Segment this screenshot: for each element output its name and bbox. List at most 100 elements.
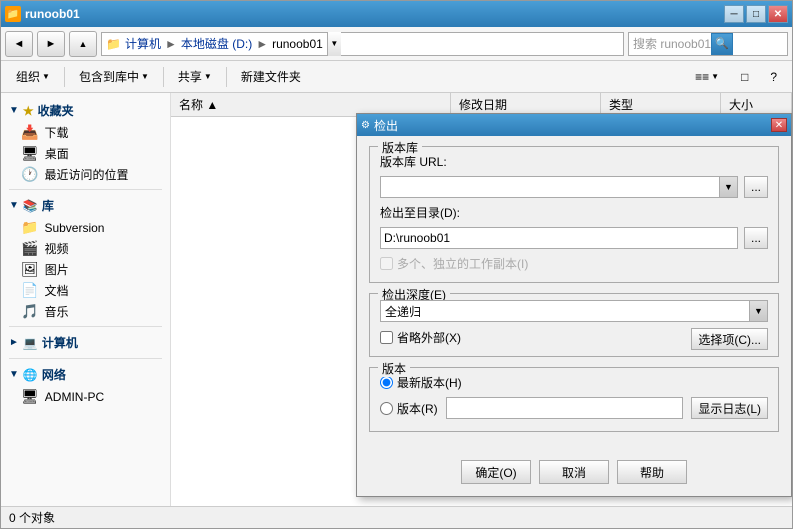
specific-version-input[interactable] xyxy=(446,397,684,419)
back-button[interactable]: ◄ xyxy=(5,31,33,57)
checkout-dir-label: 检出至目录(D): xyxy=(380,204,460,221)
ok-button[interactable]: 确定(O) xyxy=(461,460,531,484)
sidebar-item-documents[interactable]: 📄 文档 xyxy=(1,280,170,301)
share-dropdown-icon: ▼ xyxy=(204,72,212,81)
computer-icon: 💻 xyxy=(23,336,38,350)
favorites-arrow-icon: ▼ xyxy=(9,105,19,116)
organize-button[interactable]: 组织 ▼ xyxy=(7,64,59,90)
address-path[interactable]: 📁 计算机 ► 本地磁盘 (D:) ► runoob01 ▼ xyxy=(101,32,624,56)
repo-url-dropdown-icon[interactable]: ▼ xyxy=(719,177,737,197)
latest-version-row: 最新版本(H) xyxy=(380,374,768,391)
organize-dropdown-icon: ▼ xyxy=(42,72,50,81)
checkout-dir-input[interactable] xyxy=(380,227,738,249)
maximize-button[interactable]: □ xyxy=(746,5,766,23)
depth-dropdown-icon[interactable]: ▼ xyxy=(749,301,767,321)
new-folder-button[interactable]: 新建文件夹 xyxy=(232,64,310,90)
forward-button[interactable]: ► xyxy=(37,31,65,57)
include-library-button[interactable]: 包含到库中 ▼ xyxy=(70,64,158,90)
checkout-dialog: ⚙ 检出 ✕ 版本库 版本库 URL: xyxy=(356,113,792,497)
folder-icon-recent: 🕐 xyxy=(21,166,38,183)
close-button[interactable]: ✕ xyxy=(768,5,788,23)
title-bar: 📁 runoob01 ─ □ ✕ xyxy=(1,1,792,27)
dialog-close-button[interactable]: ✕ xyxy=(771,118,787,132)
checkout-dir-browse-button[interactable]: ... xyxy=(744,227,768,249)
path-seg3: runoob01 xyxy=(272,37,323,51)
options-button[interactable]: 选择项(C)... xyxy=(691,328,768,350)
computer-adminpc-icon: 🖥 xyxy=(21,388,39,405)
sidebar-item-recent[interactable]: 🕐 最近访问的位置 xyxy=(1,164,170,185)
specific-version-row: 版本(R) 显示日志(L) xyxy=(380,397,768,419)
network-arrow-icon: ▼ xyxy=(9,369,19,380)
checkout-dir-input-row: ... xyxy=(380,227,768,249)
computer-label: 计算机 xyxy=(42,334,78,351)
path-seg2: 本地磁盘 (D:) xyxy=(181,35,252,52)
share-button[interactable]: 共享 ▼ xyxy=(169,64,221,90)
toolbar-separator-3 xyxy=(226,67,227,87)
network-section: ▼ 🌐 网络 🖥 ADMIN-PC xyxy=(1,363,170,407)
dialog-body: 版本库 版本库 URL: ▼ ... xyxy=(357,136,791,452)
repo-browse-button[interactable]: ... xyxy=(744,176,768,198)
repo-group: 版本库 版本库 URL: ▼ ... xyxy=(369,146,779,283)
main-content: ▼ ★ 收藏夹 📥 下载 🖥 桌面 🕐 最近访问的位置 xyxy=(1,93,792,506)
library-arrow-icon: ▼ xyxy=(9,200,19,211)
computer-section: ► 💻 计算机 xyxy=(1,331,170,354)
cancel-button[interactable]: 取消 xyxy=(539,460,609,484)
computer-arrow-icon: ► xyxy=(9,337,19,348)
help-button[interactable]: ? xyxy=(761,64,786,90)
dialog-overlay: ⚙ 检出 ✕ 版本库 版本库 URL: xyxy=(171,93,792,506)
network-icon: 🌐 xyxy=(23,368,38,382)
sidebar-item-desktop[interactable]: 🖥 桌面 xyxy=(1,143,170,164)
sidebar-item-pictures[interactable]: 🖼 图片 xyxy=(1,259,170,280)
preview-pane-button[interactable]: □ xyxy=(732,64,757,90)
multi-checkout-checkbox xyxy=(380,257,393,270)
sidebar-item-subversion[interactable]: 📁 Subversion xyxy=(1,217,170,238)
file-area: 名称 ▲ 修改日期 类型 大小 ⚙ 检出 xyxy=(171,93,792,506)
sidebar-item-video[interactable]: 🎬 视频 xyxy=(1,238,170,259)
favorites-header[interactable]: ▼ ★ 收藏夹 xyxy=(1,99,170,122)
repo-group-label: 版本库 xyxy=(378,139,422,156)
network-header[interactable]: ▼ 🌐 网络 xyxy=(1,363,170,386)
checkout-dir-label-row: 检出至目录(D): xyxy=(380,204,768,221)
sidebar-item-adminpc[interactable]: 🖥 ADMIN-PC xyxy=(1,386,170,407)
main-window: 📁 runoob01 ─ □ ✕ ◄ ► ▲ 📁 计算机 ► 本地磁盘 (D:)… xyxy=(0,0,793,529)
favorites-star-icon: ★ xyxy=(23,104,34,118)
minimize-button[interactable]: ─ xyxy=(724,5,744,23)
sidebar: ▼ ★ 收藏夹 📥 下载 🖥 桌面 🕐 最近访问的位置 xyxy=(1,93,171,506)
dialog-title-icon: ⚙ xyxy=(361,120,370,131)
depth-group: 检出深度(E) 全递归 ▼ 省略外部(X) xyxy=(369,293,779,357)
search-box: 搜索 runoob01 🔍 xyxy=(628,32,788,56)
specific-version-radio[interactable] xyxy=(380,402,393,415)
omit-externals-checkbox[interactable] xyxy=(380,331,393,344)
omit-externals-row: 省略外部(X) xyxy=(380,329,461,346)
view-icon-button[interactable]: ≡≡ ▼ xyxy=(686,64,728,90)
sidebar-item-music[interactable]: 🎵 音乐 xyxy=(1,301,170,322)
help-dialog-button[interactable]: 帮助 xyxy=(617,460,687,484)
path-seg1: 计算机 xyxy=(125,35,161,52)
depth-value-text: 全递归 xyxy=(381,303,749,320)
search-button[interactable]: 🔍 xyxy=(711,33,733,55)
preview-icon: □ xyxy=(741,70,748,84)
folder-icon-documents: 📄 xyxy=(21,282,38,299)
depth-select[interactable]: 全递归 ▼ xyxy=(380,300,768,322)
computer-header[interactable]: ► 💻 计算机 xyxy=(1,331,170,354)
latest-version-radio[interactable] xyxy=(380,376,393,389)
folder-icon-downloads: 📥 xyxy=(21,124,38,141)
library-header[interactable]: ▼ 📚 库 xyxy=(1,194,170,217)
main-toolbar: 组织 ▼ 包含到库中 ▼ 共享 ▼ 新建文件夹 ≡≡ ▼ □ ? xyxy=(1,61,792,93)
up-button[interactable]: ▲ xyxy=(69,31,97,57)
multi-checkout-label: 多个、独立的工作副本(I) xyxy=(397,255,528,272)
version-group: 版本 最新版本(H) 版本(R) 显示日志(L) xyxy=(369,367,779,432)
sidebar-item-downloads[interactable]: 📥 下载 xyxy=(1,122,170,143)
sidebar-divider-3 xyxy=(9,358,162,359)
depth-row: 全递归 ▼ xyxy=(380,300,768,322)
path-dropdown-arrow[interactable]: ▼ xyxy=(327,32,341,56)
repo-url-select[interactable]: ▼ xyxy=(380,176,738,198)
window-controls: ─ □ ✕ xyxy=(724,5,788,23)
toolbar-separator-1 xyxy=(64,67,65,87)
show-log-button[interactable]: 显示日志(L) xyxy=(691,397,768,419)
help-icon: ? xyxy=(770,70,777,84)
view-icon: ≡≡ xyxy=(695,70,709,84)
repo-url-row: 版本库 URL: xyxy=(380,153,768,170)
window-title: runoob01 xyxy=(25,7,724,21)
repo-url-input[interactable] xyxy=(381,177,719,197)
